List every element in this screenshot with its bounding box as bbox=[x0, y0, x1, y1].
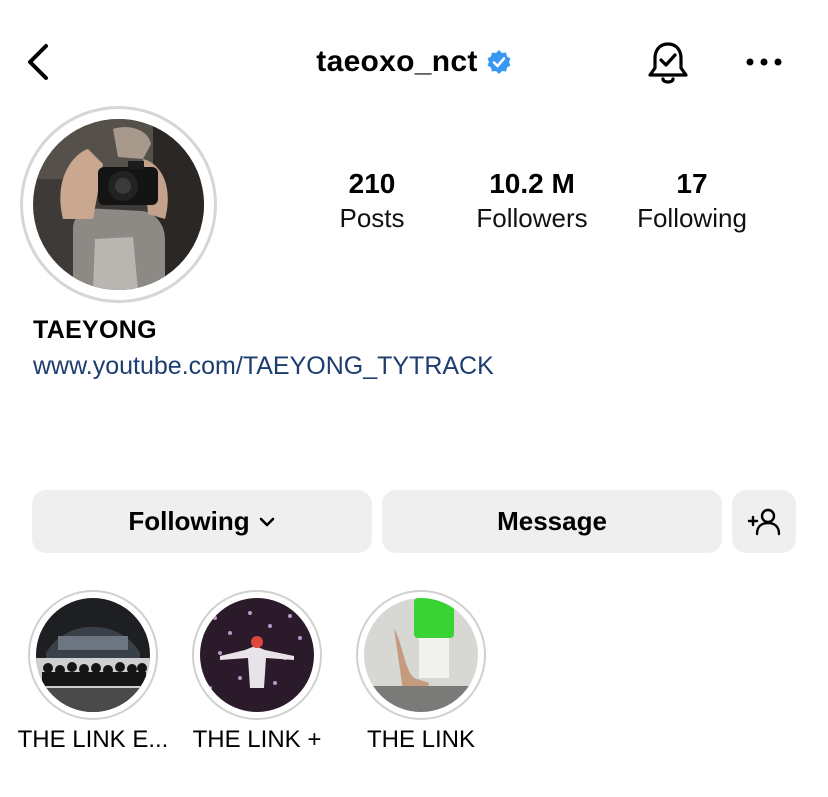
stat-posts[interactable]: 210 Posts bbox=[287, 166, 457, 234]
stat-following-label: Following bbox=[637, 203, 747, 233]
highlight-label: THE LINK E... bbox=[17, 726, 169, 753]
highlight-item[interactable] bbox=[192, 590, 322, 720]
highlight-item[interactable] bbox=[356, 590, 486, 720]
stat-posts-label: Posts bbox=[339, 203, 405, 233]
add-person-icon bbox=[747, 508, 781, 535]
stat-followers-value: 10.2 M bbox=[489, 168, 575, 199]
chevron-left-icon bbox=[28, 44, 48, 80]
stat-followers[interactable]: 10.2 M Followers bbox=[447, 166, 617, 234]
avatar-image bbox=[33, 119, 204, 290]
stat-posts-value: 210 bbox=[348, 168, 396, 199]
suggested-users-button[interactable] bbox=[732, 490, 796, 553]
profile-username: taeoxo_nct bbox=[316, 45, 478, 78]
stat-following-value: 17 bbox=[676, 168, 708, 199]
profile-display-name: TAEYONG bbox=[33, 316, 157, 344]
notifications-button[interactable] bbox=[644, 38, 692, 88]
verified-badge-icon bbox=[487, 50, 511, 74]
following-button-label: Following bbox=[128, 506, 250, 536]
following-button[interactable]: Following bbox=[32, 490, 372, 553]
stat-followers-label: Followers bbox=[476, 203, 588, 233]
more-horizontal-icon bbox=[746, 58, 782, 66]
highlight-label: THE LINK bbox=[366, 726, 476, 753]
highlight-item[interactable] bbox=[28, 590, 158, 720]
profile-avatar[interactable] bbox=[20, 106, 217, 303]
highlight-cover-image bbox=[364, 598, 478, 712]
notification-bell-check-icon bbox=[648, 42, 688, 84]
highlight-label: THE LINK + bbox=[192, 726, 322, 753]
chevron-down-icon bbox=[259, 517, 274, 526]
highlight-cover-image bbox=[200, 598, 314, 712]
stat-following[interactable]: 17 Following bbox=[607, 166, 777, 234]
header-title-group: taeoxo_nct bbox=[0, 40, 828, 84]
more-options-button[interactable] bbox=[740, 46, 788, 78]
message-button[interactable]: Message bbox=[382, 490, 722, 553]
highlight-cover-image bbox=[36, 598, 150, 712]
back-button[interactable] bbox=[22, 40, 56, 84]
profile-website-link[interactable]: www.youtube.com/TAEYONG_TYTRACK bbox=[33, 352, 494, 381]
message-button-label: Message bbox=[497, 506, 607, 536]
